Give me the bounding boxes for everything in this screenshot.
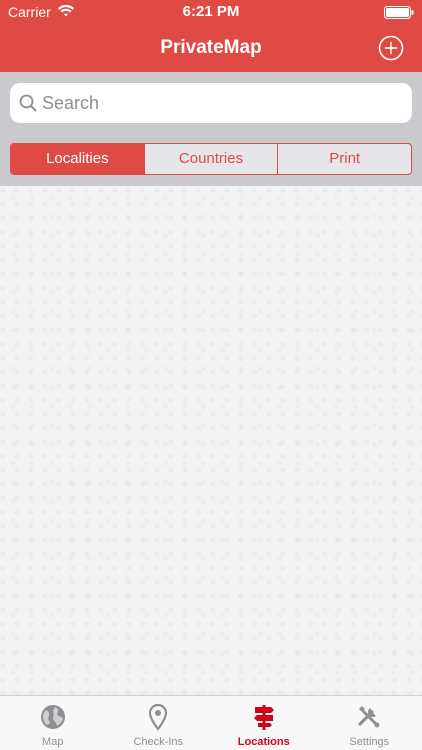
tab-map[interactable]: Map	[0, 696, 106, 750]
segment-countries[interactable]: Countries	[143, 144, 278, 174]
location-pin-icon	[149, 703, 168, 731]
navigation-bar: PrivateMap	[0, 24, 422, 72]
search-icon	[19, 94, 37, 112]
tab-bar: Map Check-Ins Locations Settings	[0, 695, 422, 750]
signpost-icon	[253, 705, 274, 730]
tab-settings[interactable]: Settings	[317, 696, 422, 750]
search-input[interactable]	[42, 83, 402, 123]
tab-check-ins-label: Check-Ins	[133, 736, 184, 748]
search-area: Localities Countries Print	[0, 72, 422, 186]
tab-settings-label: Settings	[349, 736, 390, 748]
segment-localities[interactable]: Localities	[11, 144, 144, 174]
tab-locations-label: Locations	[237, 736, 290, 748]
status-time: 6:21 PM	[182, 3, 240, 20]
tab-locations[interactable]: Locations	[211, 696, 317, 750]
locations-list[interactable]	[0, 186, 422, 695]
status-bar: Carrier 6:21 PM	[0, 0, 422, 24]
plus-circle-icon	[378, 35, 404, 61]
tools-icon	[358, 706, 380, 728]
segmented-control: Localities Countries Print	[10, 143, 412, 175]
tab-check-ins[interactable]: Check-Ins	[106, 696, 212, 750]
tab-map-label: Map	[42, 736, 64, 748]
globe-icon	[40, 705, 65, 729]
battery-icon	[384, 6, 414, 19]
segment-print[interactable]: Print	[277, 144, 411, 174]
page-title: PrivateMap	[160, 37, 262, 58]
search-field[interactable]	[10, 83, 412, 123]
add-button[interactable]	[378, 35, 404, 61]
